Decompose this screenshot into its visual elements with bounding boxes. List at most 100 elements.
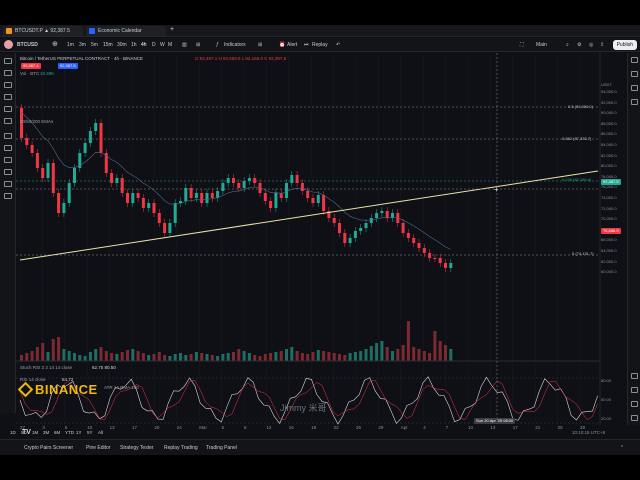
crosshair-icon[interactable] (4, 58, 12, 64)
text-icon[interactable] (4, 106, 12, 112)
volume-bar (210, 355, 214, 361)
templates-icon[interactable]: ⊞ (258, 38, 262, 52)
volume-bar (375, 343, 379, 361)
calendar-panel-icon[interactable] (631, 373, 638, 379)
candle-body (99, 123, 103, 153)
tab-economic-calendar[interactable]: Economic Calendar (86, 26, 166, 36)
publish-button[interactable]: Publish (612, 40, 637, 50)
tab-crypto-screener[interactable]: Crypto Pairs Screener (24, 440, 73, 456)
range-5y[interactable]: 5Y (87, 428, 93, 438)
interval-1h[interactable]: 1h (131, 38, 137, 52)
collapse-panel-icon[interactable]: ⌃ (620, 440, 624, 456)
alert-button[interactable]: Alert (287, 38, 297, 52)
buy-price-tag[interactable]: 92,387.5 (58, 63, 78, 69)
volume-bar (120, 352, 124, 361)
indicators-icon[interactable]: ƒ (216, 38, 219, 52)
lock-icon[interactable] (4, 169, 12, 175)
tab-btcusdt[interactable]: BTCUSDT.P ▲ 92,387.5 (3, 26, 83, 36)
candle-body (120, 178, 124, 193)
candle-body (35, 153, 39, 168)
tab-label: BTCUSDT.P ▲ 92,387.5 (15, 28, 70, 34)
range-5d[interactable]: 5D (21, 428, 27, 438)
interval-d[interactable]: D (152, 38, 156, 52)
chat-icon[interactable] (631, 85, 638, 91)
watchlist-icon[interactable] (631, 57, 638, 63)
indicators-button[interactable]: Indicators (224, 38, 246, 52)
candle-body (226, 178, 230, 183)
tab-trading-panel[interactable]: Trading Panel (206, 440, 237, 456)
trash-icon[interactable] (4, 193, 12, 199)
range-1y[interactable]: 1Y (76, 428, 82, 438)
tab-replay-trading[interactable]: Replay Trading (164, 440, 198, 456)
candle-body (221, 183, 225, 191)
chart-type-icon[interactable]: ▥ (182, 38, 187, 52)
range-1m[interactable]: 1M (32, 428, 38, 438)
candle-body (237, 183, 241, 188)
compare-icon[interactable]: ⊞ (196, 38, 200, 52)
range-ytd[interactable]: YTD (65, 428, 74, 438)
sell-price-tag[interactable]: 92,387.4 (21, 63, 41, 69)
pattern-icon[interactable] (4, 118, 12, 124)
volume-bar (279, 351, 283, 361)
interval-15m[interactable]: 15m (103, 38, 113, 52)
undo-icon[interactable]: ↶ (336, 38, 340, 52)
osc-tick-20: 20.00 (601, 416, 612, 421)
layout-name[interactable]: Main (536, 38, 547, 52)
candle-body (51, 163, 55, 193)
magnet-icon[interactable] (4, 157, 12, 163)
candle-body (46, 163, 50, 178)
avatar[interactable] (4, 40, 13, 49)
measure-icon[interactable] (4, 133, 12, 139)
volume-bar (380, 341, 384, 361)
symbol-search[interactable]: BTCUSD (17, 38, 38, 52)
candle-body (210, 193, 214, 198)
replay-icon[interactable]: ⏮ (304, 38, 309, 52)
notifications-icon[interactable] (631, 387, 638, 393)
add-symbol-icon[interactable]: ⊕ (52, 38, 58, 52)
tab-strategy-tester[interactable]: Strategy Tester (120, 440, 154, 456)
eye-icon[interactable] (4, 181, 12, 187)
tab-pine-editor[interactable]: Pine Editor (86, 440, 110, 456)
candle-body (385, 211, 389, 218)
brush-icon[interactable] (4, 94, 12, 100)
volume-bar (396, 349, 400, 361)
interval-5m[interactable]: 5m (91, 38, 98, 52)
volume-bar (422, 351, 426, 361)
layers-icon[interactable] (631, 99, 638, 105)
interval-3m[interactable]: 3m (79, 38, 86, 52)
share-icon[interactable]: ⇪ (600, 38, 604, 52)
interval-30m[interactable]: 30m (117, 38, 127, 52)
ideas-icon[interactable] (631, 415, 638, 421)
alert-icon[interactable]: ⏰ (279, 38, 285, 52)
volume-bar (295, 351, 299, 361)
range-6m[interactable]: 6M (54, 428, 60, 438)
range-3m[interactable]: 3M (43, 428, 49, 438)
price-tick: 66,000.0 (601, 237, 617, 243)
candle-body (115, 178, 119, 183)
volume-bar (168, 356, 172, 361)
search-icon[interactable]: ⌕ (566, 38, 569, 52)
fullscreen-icon[interactable]: ⛶ (520, 38, 524, 52)
new-tab-icon[interactable]: + (170, 24, 174, 36)
price-tick: 70,000.0 (601, 216, 617, 222)
settings-icon[interactable]: ⚙ (577, 38, 581, 52)
fib-icon[interactable] (4, 82, 12, 88)
trendline-icon[interactable] (4, 70, 12, 76)
interval-1m[interactable]: 1m (67, 38, 74, 52)
alerts-panel-icon[interactable] (631, 71, 638, 77)
range-1d[interactable]: 1D (10, 428, 16, 438)
help-icon[interactable] (631, 401, 638, 407)
candle-body (348, 238, 352, 243)
volume-bar (57, 337, 61, 361)
candle-body (295, 175, 299, 183)
interval-4h[interactable]: 4h (141, 38, 147, 52)
candle-body (73, 168, 76, 183)
replay-button[interactable]: Replay (312, 38, 328, 52)
zoom-icon[interactable] (4, 145, 12, 151)
range-all[interactable]: All (98, 428, 103, 438)
interval-w[interactable]: W (160, 38, 165, 52)
fib-label-0382: 0.382 (87,333.7) (562, 136, 592, 141)
volume-bar (62, 349, 66, 361)
interval-m[interactable]: M (168, 38, 172, 52)
camera-icon[interactable]: ◎ (589, 38, 593, 52)
